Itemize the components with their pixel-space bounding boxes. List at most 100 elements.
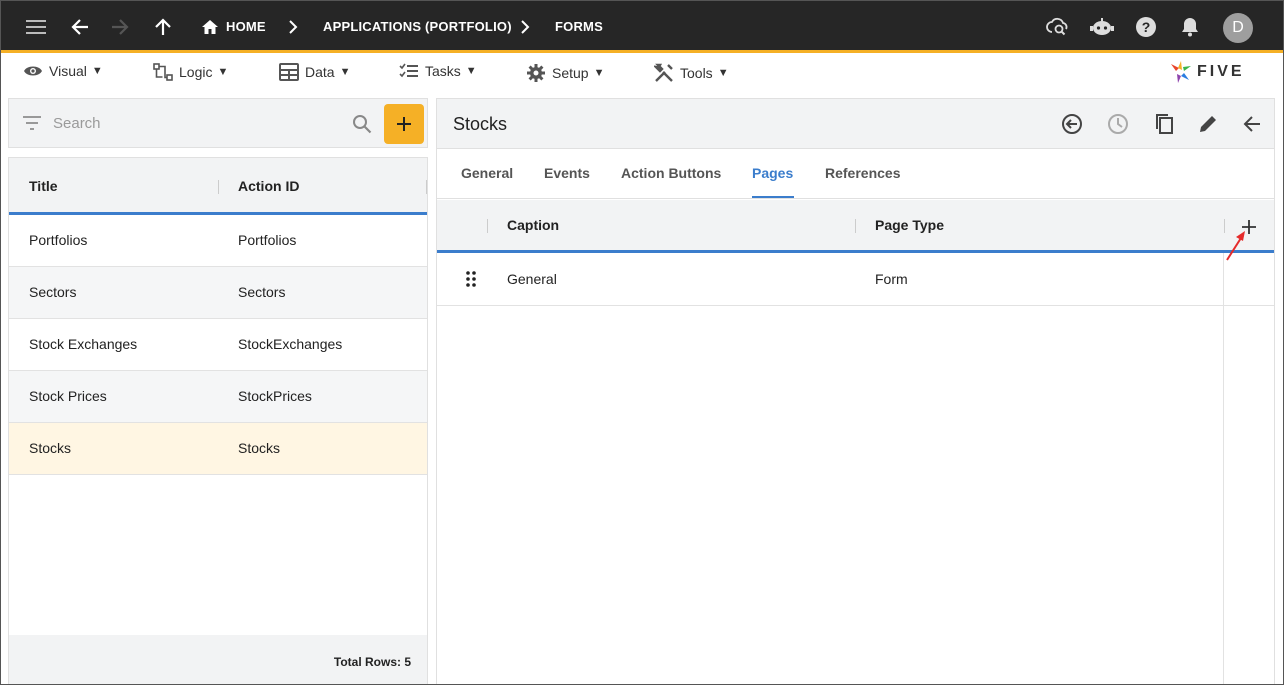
- plus-icon: [397, 117, 411, 131]
- gear-icon: [527, 64, 545, 82]
- add-button[interactable]: [384, 104, 424, 144]
- menu-data[interactable]: Data ▼: [279, 63, 350, 81]
- edit-icon[interactable]: [1196, 112, 1220, 136]
- pages-table-header: Caption Page Type: [437, 200, 1274, 261]
- menu-data-label: Data: [305, 64, 335, 80]
- column-separator: [855, 219, 856, 233]
- menu-logic-label: Logic: [179, 64, 213, 80]
- up-icon[interactable]: [150, 14, 176, 40]
- forms-list-panel: Search Title Action ID Portfolios Portfo…: [8, 98, 428, 684]
- column-caption[interactable]: Caption: [507, 217, 559, 233]
- history-icon: [1106, 112, 1130, 136]
- svg-text:?: ?: [1142, 19, 1151, 35]
- avatar[interactable]: D: [1223, 13, 1253, 43]
- menu-visual-label: Visual: [49, 63, 87, 79]
- menu-tasks[interactable]: Tasks ▼: [399, 63, 477, 79]
- actions-column-divider: [1223, 253, 1224, 684]
- five-logo-mark: [1171, 61, 1191, 83]
- menu-tools-label: Tools: [680, 65, 713, 81]
- drag-handle-icon[interactable]: [466, 271, 476, 287]
- table-row[interactable]: Portfolios Portfolios: [9, 215, 427, 267]
- tab-general[interactable]: General: [461, 165, 513, 181]
- tab-references[interactable]: References: [825, 165, 901, 181]
- column-separator: [426, 180, 427, 194]
- close-panel-icon[interactable]: [1240, 112, 1264, 136]
- home-icon[interactable]: [197, 14, 223, 40]
- detail-header: Stocks: [437, 99, 1274, 149]
- forward-icon: [107, 14, 133, 40]
- chevron-right-icon: [280, 14, 306, 40]
- cell-page-type: Form: [875, 271, 908, 287]
- tab-events[interactable]: Events: [544, 165, 590, 181]
- cell-caption: General: [507, 271, 557, 287]
- table-row[interactable]: Stock Prices StockPrices: [9, 371, 427, 423]
- menu-tools[interactable]: Tools ▼: [654, 63, 729, 83]
- breadcrumb-home[interactable]: HOME: [226, 19, 266, 34]
- column-separator: [487, 219, 488, 233]
- cell-title: Stock Prices: [29, 388, 107, 404]
- menu-setup-label: Setup: [552, 65, 589, 81]
- filter-icon[interactable]: [23, 116, 41, 130]
- history-back-icon[interactable]: [1060, 112, 1084, 136]
- table-row[interactable]: Stock Exchanges StockExchanges: [9, 319, 427, 371]
- breadcrumb-applications[interactable]: APPLICATIONS (PORTFOLIO): [323, 19, 512, 34]
- caret-icon: ▼: [91, 65, 103, 77]
- search-bar: Search: [8, 98, 428, 148]
- menu-logic[interactable]: Logic ▼: [153, 63, 228, 81]
- cell-title: Portfolios: [29, 232, 88, 248]
- app-window: HOME APPLICATIONS (PORTFOLIO) FORMS ? D …: [0, 0, 1284, 685]
- caret-icon: ▼: [217, 66, 229, 78]
- total-rows: Total Rows: 5: [333, 655, 411, 669]
- caret-icon: ▼: [593, 67, 605, 79]
- eye-icon: [24, 66, 42, 76]
- cell-action-id: StockExchanges: [238, 336, 343, 352]
- column-title[interactable]: Title: [29, 178, 58, 194]
- active-tab-indicator: [752, 196, 794, 198]
- cell-action-id: Stocks: [238, 440, 281, 456]
- table-footer: Total Rows: 5: [9, 635, 427, 684]
- help-icon[interactable]: ?: [1133, 14, 1159, 40]
- column-page-type[interactable]: Page Type: [875, 217, 944, 233]
- table-row-selected[interactable]: Stocks Stocks: [9, 423, 427, 475]
- copy-icon[interactable]: [1152, 112, 1176, 136]
- cell-action-id: Sectors: [238, 284, 286, 300]
- menu-tasks-label: Tasks: [425, 63, 461, 79]
- cell-action-id: StockPrices: [238, 388, 312, 404]
- chatbot-icon[interactable]: [1089, 14, 1115, 40]
- table-row[interactable]: Sectors Sectors: [9, 267, 427, 319]
- breadcrumb-forms[interactable]: FORMS: [555, 19, 603, 34]
- forms-table: Title Action ID Portfolios Portfolios Se…: [8, 157, 428, 684]
- cell-action-id: Portfolios: [238, 232, 297, 248]
- cell-title: Stocks: [29, 440, 72, 456]
- tab-pages[interactable]: Pages: [752, 165, 793, 181]
- logo-text: FIVE: [1197, 63, 1245, 80]
- detail-tabs: General Events Action Buttons Pages Refe…: [437, 149, 1274, 199]
- table-row[interactable]: General Form: [437, 253, 1274, 306]
- cell-title: Sectors: [29, 284, 77, 300]
- five-logo: FIVE: [1169, 60, 1245, 84]
- table-header: Title Action ID: [9, 158, 427, 215]
- tab-action-buttons[interactable]: Action Buttons: [621, 165, 721, 181]
- caret-icon: ▼: [465, 65, 477, 77]
- column-action-id[interactable]: Action ID: [238, 178, 299, 194]
- menu-visual[interactable]: Visual ▼: [23, 63, 103, 79]
- caret-icon: ▼: [717, 67, 729, 79]
- cloud-search-icon[interactable]: [1045, 14, 1071, 40]
- menu-setup[interactable]: Setup ▼: [526, 63, 604, 83]
- checklist-icon: [399, 63, 418, 78]
- search-icon[interactable]: [352, 114, 372, 134]
- search-input[interactable]: Search: [53, 115, 101, 132]
- tools-icon: [654, 63, 673, 82]
- cell-title: Stock Exchanges: [29, 336, 138, 352]
- bell-icon[interactable]: [1177, 14, 1203, 40]
- form-detail-panel: Stocks General Events Action Buttons Pag…: [436, 98, 1275, 684]
- column-separator: [218, 180, 219, 194]
- chevron-right-icon: [512, 14, 538, 40]
- table-icon: [279, 63, 299, 81]
- back-icon[interactable]: [67, 14, 93, 40]
- menu-icon[interactable]: [23, 14, 49, 40]
- page-title: Stocks: [453, 114, 508, 134]
- top-app-bar: HOME APPLICATIONS (PORTFOLIO) FORMS ? D: [1, 1, 1283, 53]
- caret-icon: ▼: [339, 66, 351, 78]
- menu-bar: Visual ▼ Logic ▼ Data ▼ Tasks ▼ Setup ▼ …: [1, 56, 1283, 90]
